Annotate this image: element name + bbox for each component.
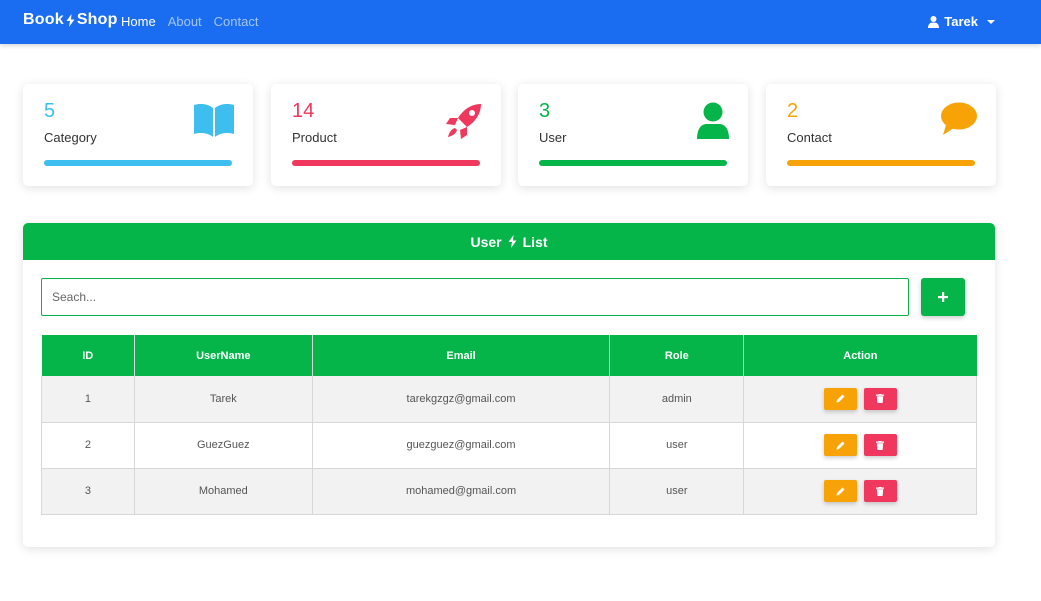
add-user-button[interactable] [921,278,965,316]
col-header-id[interactable]: ID [41,335,135,376]
rocket-icon [446,104,481,139]
delete-button[interactable] [863,434,897,456]
stat-count: 3 [539,100,551,122]
cell-role: user [609,422,745,469]
pencil-icon [836,487,845,495]
pencil-icon [836,441,845,449]
delete-button[interactable] [863,387,897,410]
plus-icon [938,292,948,302]
delete-button[interactable] [863,480,897,502]
user-icon [928,15,940,28]
col-header-action: Action [743,335,977,376]
table-row: 3 Mohamed mohamed@gmail.com user [41,468,977,515]
nav-link-about[interactable]: About [168,14,202,29]
edit-button[interactable] [823,387,857,410]
cell-role: admin [609,376,745,423]
stat-bar [539,160,727,166]
stat-card-contact: 2 Contact [766,84,996,186]
bolt-icon [508,235,517,248]
table-row: 1 Tarek tarekgzgz@gmail.com admin [41,376,977,423]
trash-icon [876,440,885,450]
brand[interactable]: Book Shop [23,11,118,29]
nav-link-home[interactable]: Home [121,14,156,29]
user-icon [697,102,729,139]
cell-id: 3 [41,468,135,515]
bolt-icon [66,13,75,27]
stat-count: 14 [292,100,315,122]
stat-card-product: 14 Product [271,84,501,186]
cell-username: Tarek [134,376,313,423]
stat-bar [292,160,480,166]
table-row: 2 GuezGuez guezguez@gmail.com user [41,422,977,469]
navbar: Book Shop Home About Contact Tarek [0,0,1041,44]
col-header-email[interactable]: Email [312,335,611,376]
stat-card-category: 5 Category [23,84,253,186]
trash-icon [876,486,885,496]
stat-count: 5 [44,100,56,122]
pencil-icon [836,394,845,403]
cell-email: tarekgzgz@gmail.com [312,376,611,423]
edit-button[interactable] [823,434,857,456]
trash-icon [876,394,885,404]
cell-username: Mohamed [134,468,313,515]
cell-actions [743,376,977,423]
user-menu[interactable]: Tarek [928,14,995,29]
panel-header: User List [23,223,995,260]
user-list-panel: User List ID UserName Email Role Action … [23,223,995,547]
stat-bar [44,160,232,166]
chat-icon [941,102,977,135]
user-name: Tarek [944,14,978,29]
col-header-role[interactable]: Role [609,335,745,376]
brand-right: Shop [76,11,118,28]
cell-id: 1 [41,376,135,423]
cell-actions [743,422,977,469]
stat-label: Contact [787,130,832,145]
stat-label: User [539,130,567,145]
nav-link-contact[interactable]: Contact [214,14,259,29]
nav-links: Home About Contact [121,14,258,29]
user-table: ID UserName Email Role Action 1 Tarek ta… [41,335,977,515]
panel-title-left: User [470,233,502,250]
brand-left: Book [23,11,64,28]
cell-email: guezguez@gmail.com [312,422,611,469]
cell-username: GuezGuez [134,422,313,469]
stat-count: 2 [787,100,799,122]
cell-actions [743,468,977,515]
table-header-row: ID UserName Email Role Action [41,335,977,376]
col-header-username[interactable]: UserName [134,335,313,376]
cell-role: user [609,468,745,515]
cell-id: 2 [41,422,135,469]
book-icon [194,104,234,137]
cell-email: mohamed@gmail.com [312,468,611,515]
stat-label: Product [292,130,337,145]
stat-card-user: 3 User [518,84,748,186]
edit-button[interactable] [823,480,857,502]
stat-label: Category [44,130,97,145]
panel-title-right: List [522,233,548,250]
caret-down-icon [987,19,995,24]
search-input[interactable] [41,278,909,316]
stat-bar [787,160,975,166]
